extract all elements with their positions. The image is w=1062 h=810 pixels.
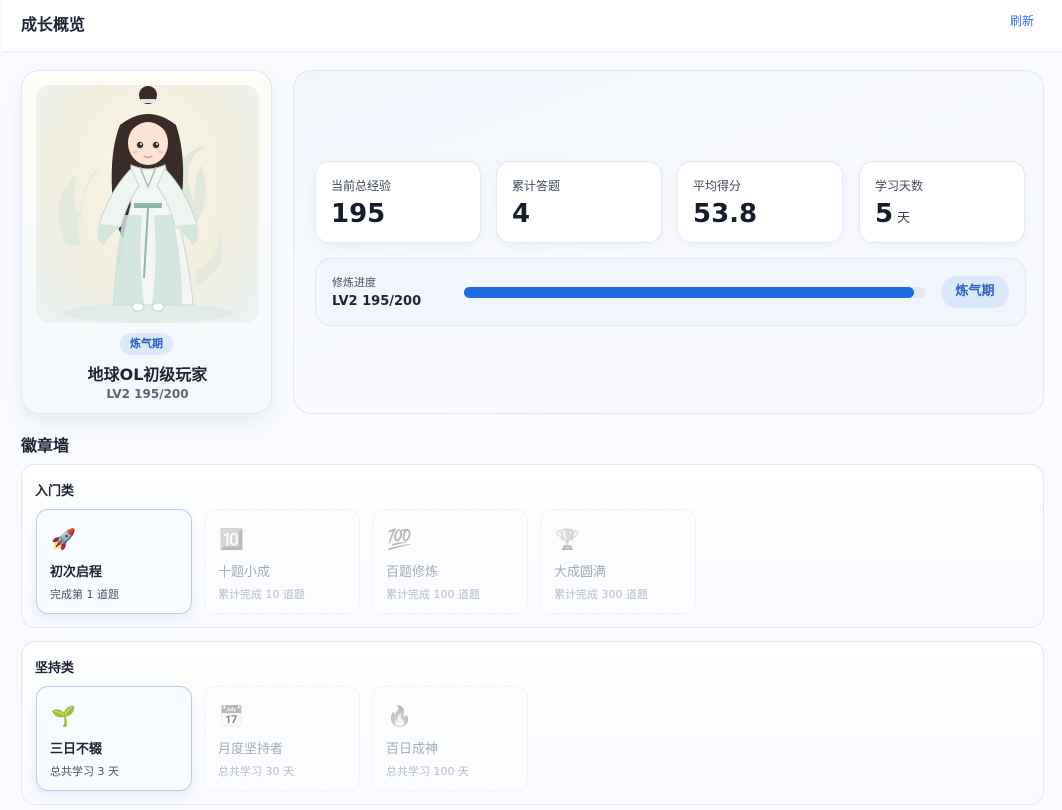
progress-fill	[464, 287, 915, 298]
stat-unit: 天	[897, 211, 911, 226]
group-title: 入门类	[35, 484, 75, 499]
stat-label: 学习天数	[875, 179, 924, 193]
progress-value: LV2 195/200	[332, 294, 422, 309]
badge-name: 月度坚持者	[218, 742, 284, 757]
stat-value: 5天	[875, 199, 911, 229]
badge-desc: 累计完成 100 道题	[386, 588, 480, 601]
page-title: 成长概览	[21, 15, 86, 34]
badge-first-start[interactable]: 🚀 初次启程 完成第 1 道题	[36, 509, 192, 614]
badge-name: 十题小成	[218, 565, 271, 580]
badge-group-persistence: 坚持类 🌱 三日不辍 总共学习 3 天 📅 月度坚持者 总共学习 30 天 🔥 …	[21, 641, 1044, 805]
top-bar: 成长概览 刷新	[2, 0, 1062, 52]
seedling-icon: 🌱	[51, 704, 76, 728]
player-level: LV2 195/200	[106, 387, 189, 401]
badge-group-beginner: 入门类 🚀 初次启程 完成第 1 道题 🔟 十题小成 累计完成 10 道题 💯 …	[21, 464, 1044, 628]
realm-badge: 炼气期	[120, 333, 173, 355]
badge-hundred-questions[interactable]: 💯 百题修炼 累计完成 100 道题	[372, 509, 528, 614]
badge-desc: 总共学习 30 天	[218, 765, 294, 778]
player-name: 地球OL初级玩家	[87, 365, 208, 384]
refresh-button[interactable]: 刷新	[1010, 12, 1034, 29]
badge-desc: 完成第 1 道题	[50, 588, 119, 601]
growth-overview-page: 成长概览 刷新 炼气期 地球OL初级玩家 LV2 195/200 当前总经验 1…	[2, 0, 1062, 810]
stat-label: 当前总经验	[331, 179, 392, 193]
ten-icon: 🔟	[219, 527, 244, 551]
stats-panel: 当前总经验 195 累计答题 4 平均得分 53.8 学习天数 5天 修炼进度 …	[293, 70, 1044, 414]
stat-value: 53.8	[693, 199, 758, 229]
badge-desc: 总共学习 3 天	[50, 765, 119, 778]
calendar-icon: 📅	[219, 704, 244, 728]
group-title: 坚持类	[35, 661, 75, 676]
stat-value: 4	[512, 199, 531, 229]
cultivator-girl-illustration	[58, 86, 233, 323]
badge-name: 初次启程	[50, 565, 103, 580]
stat-average-score: 平均得分 53.8	[677, 161, 843, 243]
realm-pill: 炼气期	[941, 276, 1009, 308]
stat-label: 平均得分	[693, 179, 742, 193]
badge-name: 百日成神	[386, 742, 439, 757]
cultivation-progress: 修炼进度 LV2 195/200 炼气期	[315, 258, 1026, 326]
badge-monthly[interactable]: 📅 月度坚持者 总共学习 30 天	[204, 686, 360, 791]
avatar	[36, 85, 259, 323]
badge-hundred-days[interactable]: 🔥 百日成神 总共学习 100 天	[372, 686, 528, 791]
progress-track	[464, 287, 926, 298]
badge-ten-questions[interactable]: 🔟 十题小成 累计完成 10 道题	[204, 509, 360, 614]
hundred-icon: 💯	[387, 527, 412, 551]
badge-name: 百题修炼	[386, 565, 439, 580]
badge-desc: 总共学习 100 天	[386, 765, 469, 778]
profile-card: 炼气期 地球OL初级玩家 LV2 195/200	[21, 70, 272, 414]
rocket-icon: 🚀	[51, 527, 76, 551]
badge-wall-title: 徽章墙	[21, 436, 70, 455]
stat-total-answers: 累计答题 4	[496, 161, 662, 243]
progress-label: 修炼进度	[332, 276, 376, 289]
trophy-icon: 🏆	[555, 527, 580, 551]
badge-name: 三日不辍	[50, 742, 103, 757]
stat-total-exp: 当前总经验 195	[315, 161, 481, 243]
badge-name: 大成圆满	[554, 565, 607, 580]
flame-icon: 🔥	[387, 704, 412, 728]
badge-desc: 累计完成 300 道题	[554, 588, 648, 601]
stat-value: 195	[331, 199, 386, 229]
badge-grand-completion[interactable]: 🏆 大成圆满 累计完成 300 道题	[540, 509, 696, 614]
stat-label: 累计答题	[512, 179, 561, 193]
badge-desc: 累计完成 10 道题	[218, 588, 305, 601]
badge-three-days[interactable]: 🌱 三日不辍 总共学习 3 天	[36, 686, 192, 791]
stat-study-days: 学习天数 5天	[859, 161, 1025, 243]
